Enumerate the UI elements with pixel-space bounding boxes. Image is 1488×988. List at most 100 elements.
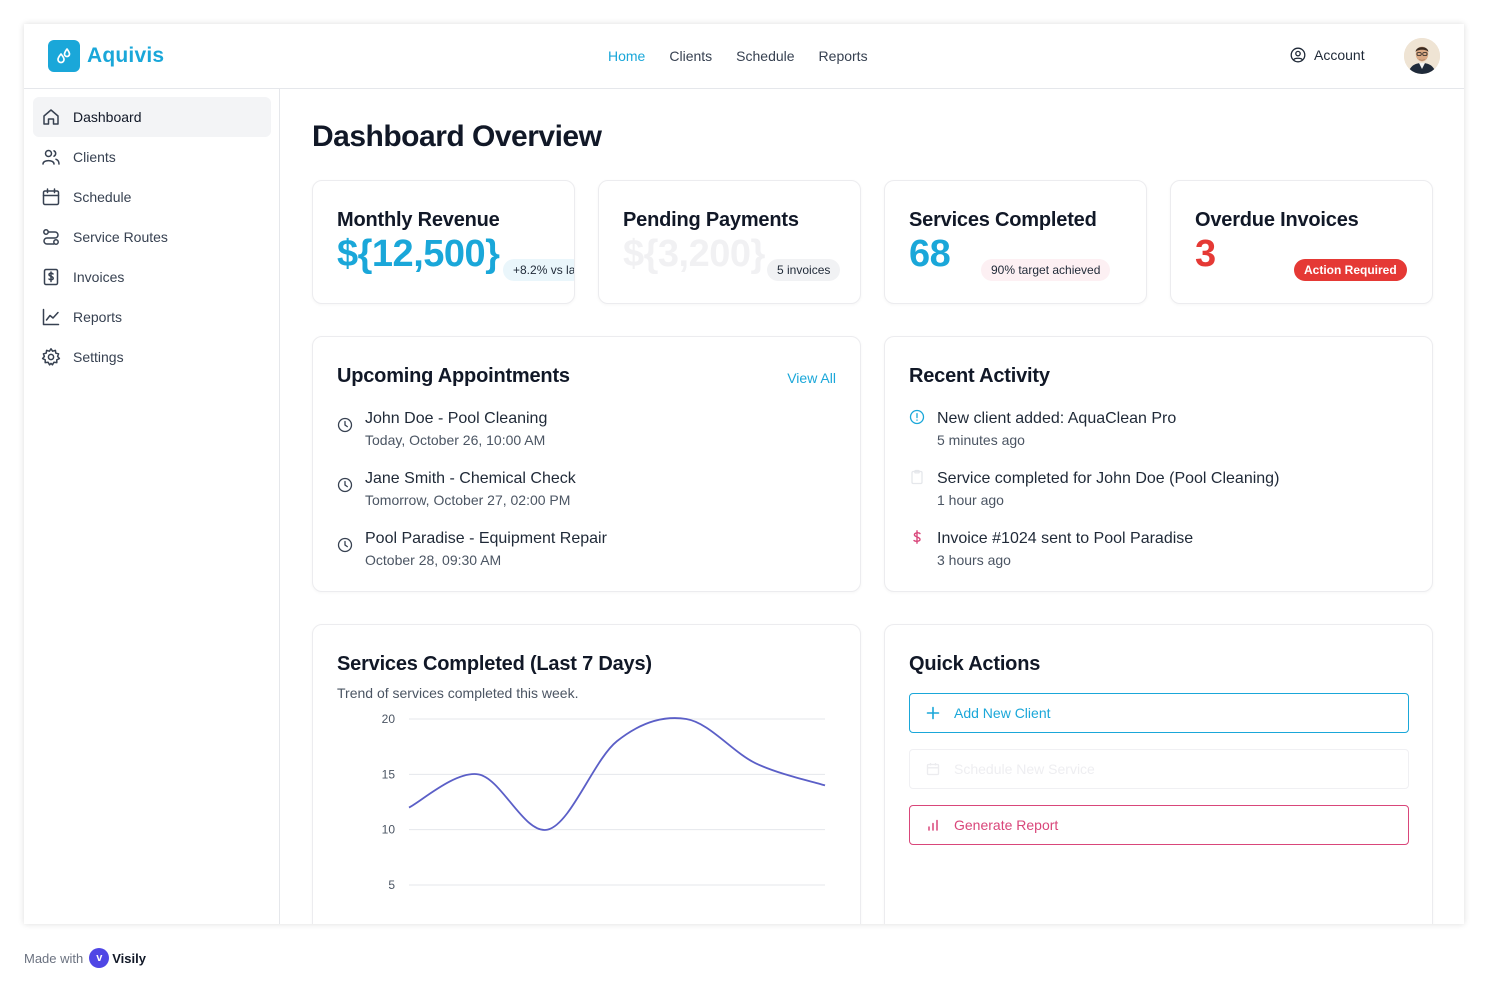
visily-logo-icon: v [89,948,110,968]
account-button[interactable]: Account [1290,47,1365,63]
clock-icon [337,477,353,493]
activity-time: 1 hour ago [937,492,1004,508]
button-label: Schedule New Service [954,761,1095,777]
stat-badge: 5 invoices [767,259,841,281]
sidebar-item-label: Dashboard [73,109,142,125]
visily-brand: Visily [112,950,146,966]
y-tick-label: 15 [382,767,396,781]
brand-logo[interactable]: Aquivis [48,40,164,72]
appointment-item[interactable]: John Doe - Pool Cleaning Today, October … [337,409,547,449]
made-with-label: Made with [24,950,84,966]
sidebar-item-settings[interactable]: Settings [33,337,271,377]
add-new-client-button[interactable]: Add New Client [909,693,1409,733]
line-chart-icon [42,308,60,326]
stat-value: ${3,200} [623,233,765,275]
appointment-title: John Doe - Pool Cleaning [365,410,548,427]
stat-badge: 90% target achieved [981,259,1111,281]
stat-value: 68 [909,233,951,275]
action-required-badge: Action Required [1294,259,1407,281]
stat-card-pending-payments: Pending Payments ${3,200} 5 invoices [598,180,861,304]
page-title: Dashboard Overview [312,120,602,153]
app-window: Aquivis Home Clients Schedule Reports Ac… [24,24,1464,924]
services-chart-card: Services Completed (Last 7 Days) Trend o… [312,624,861,924]
schedule-new-service-button[interactable]: Schedule New Service [909,749,1409,789]
y-tick-label: 20 [382,713,396,726]
account-label: Account [1314,47,1365,63]
route-icon [43,229,59,245]
appointment-time: October 28, 09:30 AM [365,552,502,568]
top-nav-reports[interactable]: Reports [819,48,868,64]
top-nav-schedule[interactable]: Schedule [736,48,794,64]
generate-report-button[interactable]: Generate Report [909,805,1409,845]
y-tick-label: 5 [388,878,395,892]
activity-item: Service completed for John Doe (Pool Cle… [909,469,1279,509]
panel-title: Recent Activity [909,365,1050,387]
clock-icon [337,417,353,433]
button-label: Generate Report [954,817,1059,833]
users-icon [42,149,60,165]
sidebar-item-label: Settings [73,349,124,365]
dollar-icon [913,530,921,544]
home-icon [43,109,59,125]
gear-icon [41,348,61,366]
sidebar-item-dashboard[interactable]: Dashboard [33,97,271,137]
services-line-chart: 20 15 10 5 [382,713,826,892]
view-all-link[interactable]: View All [787,370,836,386]
stat-title: Pending Payments [623,209,799,231]
clock-icon [337,537,353,553]
calendar-icon [926,763,940,776]
sidebar: Dashboard Clients Schedule Service Route… [24,89,280,924]
button-label: Add New Client [954,705,1051,721]
activity-item: New client added: AquaClean Pro 5 minute… [909,409,1176,449]
water-drop-icon [48,40,80,72]
top-nav-home[interactable]: Home [608,48,645,64]
bar-chart-icon [928,819,938,831]
stat-badge: +8.2% vs last r [503,259,574,281]
calendar-icon [42,188,60,206]
chart-title: Services Completed (Last 7 Days) [337,653,652,675]
top-nav: Home Clients Schedule Reports [608,48,892,64]
activity-time: 5 minutes ago [937,432,1025,448]
sidebar-item-clients[interactable]: Clients [33,137,271,177]
panel-title: Quick Actions [909,653,1041,675]
plus-icon [926,706,940,720]
top-nav-clients[interactable]: Clients [669,48,712,64]
made-with-footer[interactable]: Made with v Visily [24,948,146,968]
sidebar-item-label: Clients [73,149,116,165]
upcoming-appointments-card: Upcoming Appointments View All John Doe … [312,336,861,592]
stat-value: 3 [1195,233,1216,275]
invoice-icon [43,268,59,286]
avatar[interactable] [1404,38,1440,74]
quick-actions-card: Quick Actions Add New Client Schedule Ne… [884,624,1433,924]
stat-title: Monthly Revenue [337,209,500,231]
stat-card-services-completed: Services Completed 68 90% target achieve… [884,180,1147,304]
stat-title: Services Completed [909,209,1097,231]
sidebar-item-reports[interactable]: Reports [33,297,271,337]
stat-card-monthly-revenue: Monthly Revenue ${12,500} +8.2% vs last … [312,180,575,304]
sidebar-item-service-routes[interactable]: Service Routes [33,217,271,257]
sidebar-item-schedule[interactable]: Schedule [33,177,271,217]
activity-time: 3 hours ago [937,552,1011,568]
stat-card-overdue-invoices: Overdue Invoices 3 Action Required [1170,180,1433,304]
top-bar: Aquivis Home Clients Schedule Reports Ac… [24,24,1464,89]
info-icon [909,409,925,425]
appointment-item[interactable]: Jane Smith - Chemical Check Tomorrow, Oc… [337,469,576,509]
stat-value: ${12,500} [337,233,500,275]
appointment-title: Jane Smith - Chemical Check [365,470,576,487]
appointment-item[interactable]: Pool Paradise - Equipment Repair October… [337,529,607,569]
appointment-time: Tomorrow, October 27, 02:00 PM [365,492,571,508]
sidebar-item-label: Invoices [73,269,125,285]
activity-text: New client added: AquaClean Pro [937,410,1177,427]
brand-name: Aquivis [87,44,165,67]
user-circle-icon [1290,47,1306,63]
y-tick-label: 10 [382,823,396,837]
sidebar-item-label: Schedule [73,189,132,205]
sidebar-item-label: Service Routes [73,229,168,245]
recent-activity-card: Recent Activity New client added: AquaCl… [884,336,1433,592]
activity-text: Service completed for John Doe (Pool Cle… [937,470,1280,487]
appointment-title: Pool Paradise - Equipment Repair [365,530,607,547]
sidebar-item-label: Reports [73,309,123,325]
sidebar-item-invoices[interactable]: Invoices [33,257,271,297]
activity-text: Invoice #1024 sent to Pool Paradise [937,530,1194,547]
clipboard-icon [911,469,923,485]
